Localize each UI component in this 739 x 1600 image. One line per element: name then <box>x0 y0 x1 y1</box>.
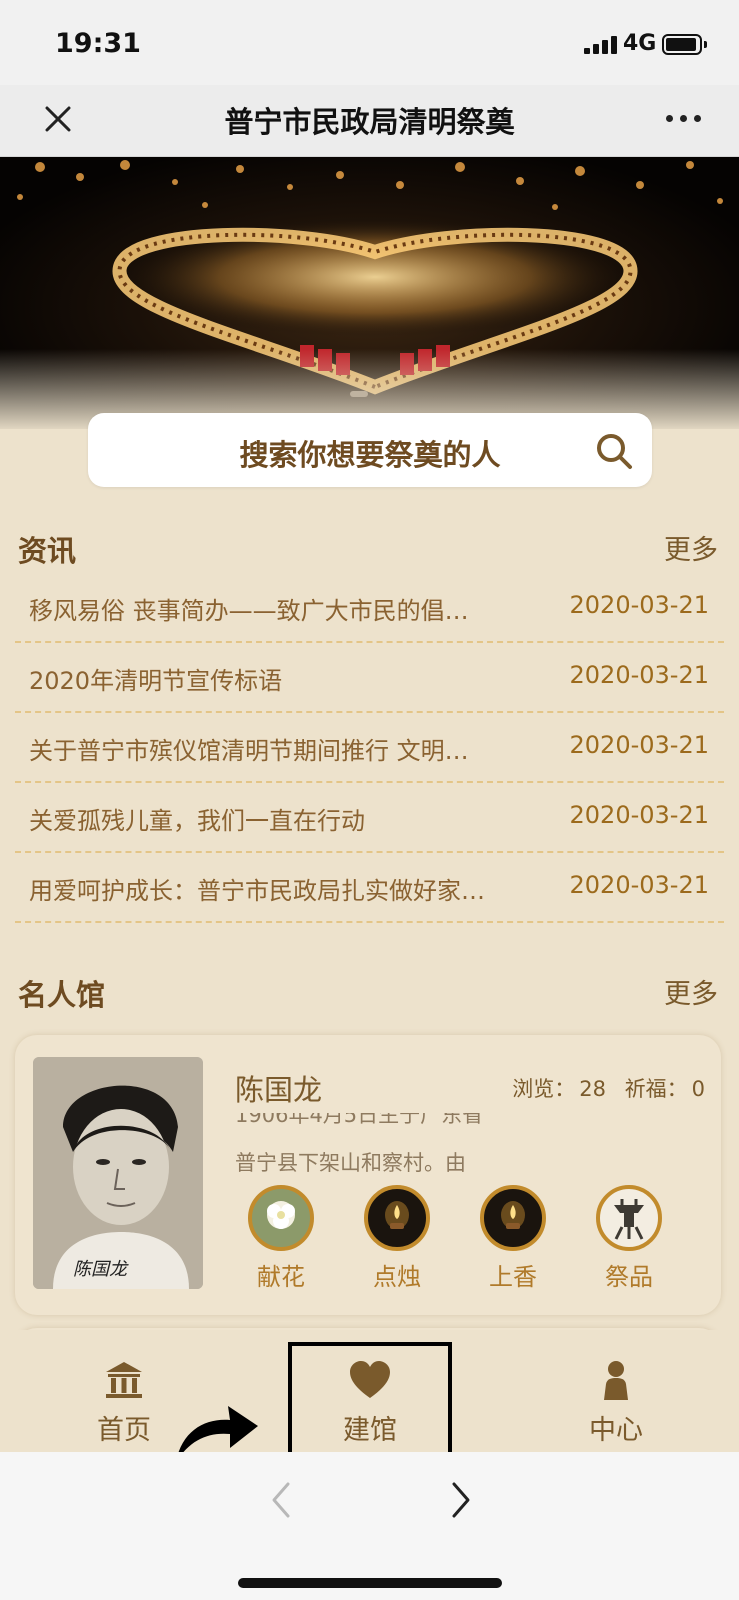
stats: 浏览： 28 祈福： 0 <box>500 1073 705 1103</box>
search-placeholder: 搜索你想要祭奠的人 <box>239 438 501 472</box>
action-label: 点烛 <box>373 1263 421 1291</box>
news-date: 2020-03-21 <box>569 591 709 619</box>
photo-caption: 陈国龙 <box>73 1259 127 1280</box>
burn-incense-button[interactable]: 上香 <box>473 1185 553 1292</box>
news-list: 移风易俗 丧事简办——致广大市民的倡… 2020-03-21 2020年清明节宣… <box>15 573 724 923</box>
celebrity-section-title: 名人馆 <box>18 978 106 1012</box>
more-dots-icon[interactable] <box>664 115 704 125</box>
news-title: 移风易俗 丧事简办——致广大市民的倡… <box>29 597 469 625</box>
nav-bar: 普宁市民政局清明祭奠 <box>0 85 739 157</box>
news-section-title: 资讯 <box>18 534 77 568</box>
forward-arrow-icon[interactable] <box>446 1478 476 1522</box>
search-icon[interactable] <box>594 431 634 471</box>
home-indicator <box>238 1578 502 1588</box>
incense-icon <box>480 1185 546 1251</box>
slide-indicator <box>350 391 368 397</box>
tab-label: 中心 <box>589 1415 643 1446</box>
search-box[interactable]: 搜索你想要祭奠的人 <box>88 413 652 487</box>
light-candle-button[interactable]: 点烛 <box>357 1185 437 1292</box>
blessings-count: 0 <box>691 1077 705 1101</box>
network-type: 4G <box>623 31 657 56</box>
news-item[interactable]: 2020年清明节宣传标语 2020-03-21 <box>15 643 724 713</box>
person-icon <box>604 1361 628 1400</box>
page-title: 普宁市民政局清明祭奠 <box>224 105 515 139</box>
news-title: 关于普宁市殡仪馆清明节期间推行 文明… <box>29 737 469 765</box>
news-item[interactable]: 移风易俗 丧事简办——致广大市民的倡… 2020-03-21 <box>15 573 724 643</box>
news-date: 2020-03-21 <box>569 661 709 689</box>
blessings-label: 祈福： <box>624 1077 688 1101</box>
temple-icon <box>106 1362 142 1398</box>
offering-vessel-icon <box>596 1185 662 1251</box>
celebrity-more-link[interactable]: 更多 <box>664 972 718 1011</box>
flower-icon <box>248 1185 314 1251</box>
action-label: 祭品 <box>605 1263 653 1291</box>
action-label: 献花 <box>257 1263 305 1291</box>
highlight-annotation-box <box>288 1342 452 1458</box>
celebrity-card[interactable]: 陈国龙 陈国龙 浏览： 28 祈福： 0 1906年4月5日生于广东省 普宁县下架山… <box>15 1035 721 1315</box>
back-arrow-icon[interactable] <box>266 1478 296 1522</box>
tribute-actions: 献花 点烛 上香 祭品 <box>241 1185 711 1295</box>
views-count: 28 <box>579 1077 606 1101</box>
browser-toolbar <box>0 1452 739 1600</box>
signal-icon <box>584 36 618 54</box>
offerings-button[interactable]: 祭品 <box>589 1185 669 1292</box>
news-title: 关爱孤残儿童，我们一直在行动 <box>29 807 365 835</box>
views-label: 浏览： <box>512 1077 576 1101</box>
bio-line: 1906年4月5日生于广东省 <box>235 1113 484 1127</box>
person-name: 陈国龙 <box>235 1073 323 1107</box>
news-title: 2020年清明节宣传标语 <box>29 667 283 695</box>
news-date: 2020-03-21 <box>569 801 709 829</box>
news-date: 2020-03-21 <box>569 871 709 899</box>
bio-line: 普宁县下架山和察村。由 <box>235 1151 466 1175</box>
status-bar: 19:31 4G <box>0 0 739 85</box>
news-date: 2020-03-21 <box>569 731 709 759</box>
candle-icon <box>364 1185 430 1251</box>
news-item[interactable]: 关爱孤残儿童，我们一直在行动 2020-03-21 <box>15 783 724 853</box>
action-label: 上香 <box>489 1263 537 1291</box>
news-title: 用爱呵护成长：普宁市民政局扎实做好家… <box>29 877 485 905</box>
tab-center[interactable]: 中心 <box>536 1330 696 1452</box>
battery-icon <box>662 34 702 55</box>
offer-flower-button[interactable]: 献花 <box>241 1185 321 1292</box>
banner-image <box>0 157 739 429</box>
portrait-photo[interactable]: 陈国龙 <box>33 1057 203 1289</box>
news-item[interactable]: 关于普宁市殡仪馆清明节期间推行 文明… 2020-03-21 <box>15 713 724 783</box>
status-time: 19:31 <box>55 28 141 59</box>
news-item[interactable]: 用爱呵护成长：普宁市民政局扎实做好家… 2020-03-21 <box>15 853 724 923</box>
news-more-link[interactable]: 更多 <box>664 528 718 567</box>
